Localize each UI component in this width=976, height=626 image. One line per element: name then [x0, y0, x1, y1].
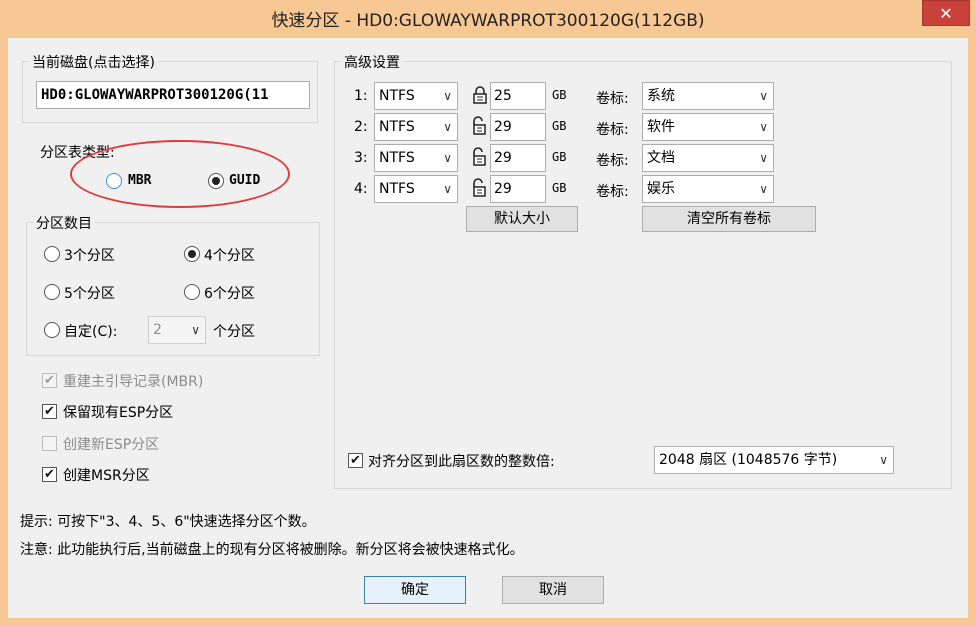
radio-4-partitions-label: 4个分区 — [204, 248, 255, 264]
ok-button[interactable]: 确定 — [364, 576, 466, 604]
chevron-down-icon: ∨ — [759, 182, 768, 196]
radio-6-partitions-label: 6个分区 — [204, 286, 255, 302]
checkbox-keep-esp[interactable]: ✔ — [42, 404, 57, 419]
check-icon: ✔ — [350, 453, 361, 468]
row-1-fs-value: NTFS — [379, 88, 415, 104]
row-1-fs-select[interactable]: NTFS ∨ — [374, 82, 458, 110]
row-3-fs-select[interactable]: NTFS ∨ — [374, 144, 458, 172]
row-1-index: 1: — [354, 88, 368, 104]
highlight-annotation-ellipse — [70, 140, 290, 208]
checkbox-rebuild-mbr-label: 重建主引导记录(MBR) — [63, 374, 204, 390]
row-4-size-unit: GB — [552, 181, 567, 195]
clear-volume-labels-button[interactable]: 清空所有卷标 — [642, 206, 816, 232]
custom-partitions-suffix: 个分区 — [213, 324, 255, 340]
row-2-fs-select[interactable]: NTFS ∨ — [374, 113, 458, 141]
hint-text: 提示: 可按下"3、4、5、6"快速选择分区个数。 — [20, 514, 316, 530]
row-4-index: 4: — [354, 181, 368, 197]
row-3-volume-select[interactable]: 文档 ∨ — [642, 144, 774, 172]
radio-3-partitions[interactable] — [44, 246, 60, 262]
chevron-down-icon: ∨ — [443, 182, 452, 196]
row-2-volume-caption: 卷标: — [596, 122, 629, 138]
quick-partition-window: 快速分区 - HD0:GLOWAYWARPROT300120G(112GB) ✕… — [0, 0, 976, 626]
row-4-volume-value: 娱乐 — [647, 181, 675, 197]
row-3-index: 3: — [354, 150, 368, 166]
row-1-volume-value: 系统 — [647, 88, 675, 104]
chevron-down-icon: ∨ — [443, 151, 452, 165]
radio-5-partitions-label: 5个分区 — [64, 286, 115, 302]
row-4-volume-caption: 卷标: — [596, 184, 629, 200]
row-4-size-input[interactable]: 29 — [490, 175, 546, 203]
row-2-size-unit: GB — [552, 119, 567, 133]
row-1-volume-caption: 卷标: — [596, 91, 629, 107]
chevron-down-icon: ∨ — [191, 323, 200, 337]
row-1-volume-select[interactable]: 系统 ∨ — [642, 82, 774, 110]
warning-text: 注意: 此功能执行后,当前磁盘上的现有分区将被删除。新分区将会被快速格式化。 — [20, 542, 524, 558]
lock-open-icon[interactable] — [470, 147, 486, 167]
current-disk-group: 当前磁盘(点击选择) HD0:GLOWAYWARPROT300120G(11 — [22, 52, 318, 123]
chevron-down-icon: ∨ — [759, 89, 768, 103]
row-2-volume-select[interactable]: 软件 ∨ — [642, 113, 774, 141]
radio-6-partitions[interactable] — [184, 284, 200, 300]
row-2-volume-value: 软件 — [647, 119, 675, 135]
checkbox-align-partitions[interactable]: ✔ — [348, 453, 363, 468]
chevron-down-icon: ∨ — [443, 89, 452, 103]
checkbox-create-esp[interactable] — [42, 436, 57, 451]
current-disk-group-label: 当前磁盘(点击选择) — [29, 52, 158, 72]
align-sector-value: 2048 扇区 (1048576 字节) — [659, 452, 838, 468]
lock-closed-icon[interactable] — [472, 85, 488, 105]
custom-partitions-value: 2 — [153, 322, 162, 338]
checkbox-rebuild-mbr[interactable]: ✔ — [42, 373, 57, 388]
check-icon: ✔ — [44, 404, 55, 419]
row-1-size-input[interactable]: 25 — [490, 82, 546, 110]
close-icon: ✕ — [939, 4, 953, 23]
checkbox-create-esp-label: 创建新ESP分区 — [63, 437, 160, 453]
chevron-down-icon: ∨ — [443, 120, 452, 134]
window-title: 快速分区 - HD0:GLOWAYWARPROT300120G(112GB) — [271, 11, 705, 31]
custom-partitions-select[interactable]: 2 ∨ — [148, 316, 206, 344]
lock-open-icon[interactable] — [470, 178, 486, 198]
row-3-size-unit: GB — [552, 150, 567, 164]
align-partitions-label: 对齐分区到此扇区数的整数倍: — [368, 454, 555, 470]
close-button[interactable]: ✕ — [922, 0, 970, 26]
row-3-size-input[interactable]: 29 — [490, 144, 546, 172]
checkbox-create-msr-label: 创建MSR分区 — [63, 468, 150, 484]
dialog-client: 当前磁盘(点击选择) HD0:GLOWAYWARPROT300120G(11 分… — [8, 38, 968, 618]
row-3-volume-value: 文档 — [647, 150, 675, 166]
default-size-button[interactable]: 默认大小 — [466, 206, 578, 232]
cancel-button[interactable]: 取消 — [502, 576, 604, 604]
row-2-fs-value: NTFS — [379, 119, 415, 135]
radio-5-partitions[interactable] — [44, 284, 60, 300]
row-2-index: 2: — [354, 119, 368, 135]
chevron-down-icon: ∨ — [759, 120, 768, 134]
chevron-down-icon: ∨ — [879, 453, 888, 467]
advanced-settings-group-label: 高级设置 — [341, 52, 403, 72]
check-icon: ✔ — [44, 373, 55, 388]
radio-custom-partitions[interactable] — [44, 322, 60, 338]
row-3-fs-value: NTFS — [379, 150, 415, 166]
title-bar[interactable]: 快速分区 - HD0:GLOWAYWARPROT300120G(112GB) ✕ — [0, 0, 976, 34]
current-disk-field[interactable]: HD0:GLOWAYWARPROT300120G(11 — [36, 81, 310, 109]
row-1-size-unit: GB — [552, 88, 567, 102]
row-4-fs-value: NTFS — [379, 181, 415, 197]
chevron-down-icon: ∨ — [759, 151, 768, 165]
partition-count-group-label: 分区数目 — [33, 213, 95, 233]
row-4-volume-select[interactable]: 娱乐 ∨ — [642, 175, 774, 203]
checkbox-keep-esp-label: 保留现有ESP分区 — [63, 405, 174, 421]
row-2-size-input[interactable]: 29 — [490, 113, 546, 141]
radio-3-partitions-label: 3个分区 — [64, 248, 115, 264]
align-sector-select[interactable]: 2048 扇区 (1048576 字节) ∨ — [654, 446, 894, 474]
lock-open-icon[interactable] — [470, 116, 486, 136]
custom-partitions-label: 自定(C): — [64, 324, 118, 340]
checkbox-create-msr[interactable]: ✔ — [42, 467, 57, 482]
radio-4-partitions[interactable] — [184, 246, 200, 262]
row-3-volume-caption: 卷标: — [596, 153, 629, 169]
check-icon: ✔ — [44, 467, 55, 482]
row-4-fs-select[interactable]: NTFS ∨ — [374, 175, 458, 203]
